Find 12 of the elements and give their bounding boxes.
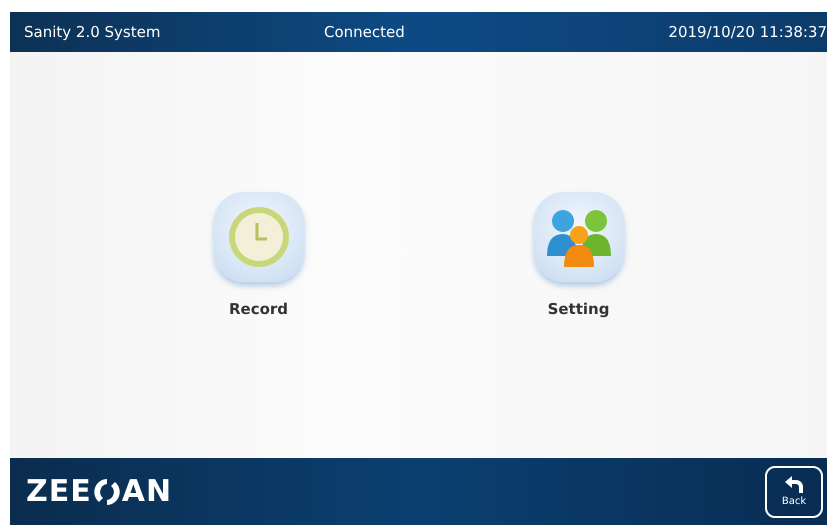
logo-mark-icon xyxy=(94,478,120,506)
connection-status: Connected xyxy=(324,22,406,43)
setting-button[interactable] xyxy=(534,192,624,282)
clock-icon xyxy=(226,205,290,269)
logo-text: AN xyxy=(122,473,172,511)
app-label: Record xyxy=(228,299,288,320)
back-button[interactable]: Back xyxy=(765,466,823,518)
logo-text: ZEE xyxy=(26,473,92,511)
app-label: Setting xyxy=(548,299,610,320)
date-time: 2019/10/20 11:38:37 xyxy=(668,22,827,43)
back-arrow-icon xyxy=(783,474,805,494)
system-title: Sanity 2.0 System xyxy=(24,22,162,43)
